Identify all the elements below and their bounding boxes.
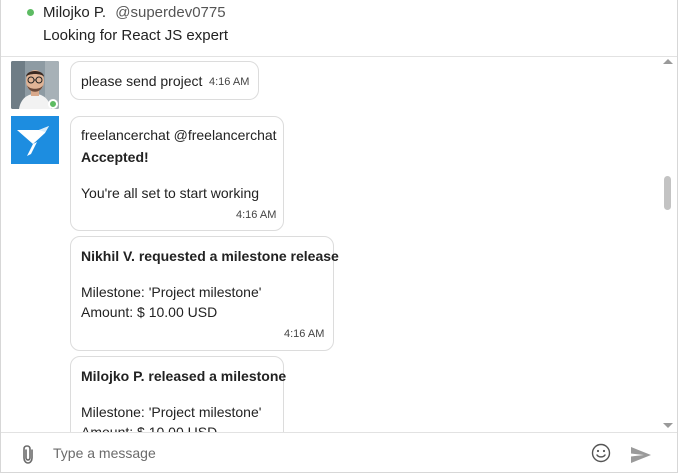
emoji-icon[interactable] [591, 443, 611, 468]
system-sender-line: freelancerchat @freelancerchat [81, 127, 277, 143]
message-time: 4:16 AM [236, 209, 277, 221]
chat-header: Milojko P. @superdev0775 Looking for Rea… [1, 0, 677, 57]
contact-name[interactable]: Milojko P. [43, 4, 106, 21]
accepted-body: You're all set to start working [81, 185, 260, 201]
scroll-up-arrow-icon[interactable] [663, 59, 673, 64]
message-text: please send project [81, 73, 203, 89]
system-sender: freelancerchat [81, 127, 170, 143]
message-bubble: please send project 4:16 AM [70, 61, 259, 100]
contact-line: Milojko P. @superdev0775 [43, 3, 226, 23]
milestone-request-title: Nikhil V. requested a milestone release [81, 248, 339, 264]
milestone-name: Milestone: 'Project milestone' [81, 404, 262, 420]
milestone-released-title: Milojko P. released a milestone [81, 368, 287, 384]
system-handle: @freelancerchat [173, 127, 277, 143]
milestone-request-bubble: Nikhil V. requested a milestone release … [70, 236, 339, 351]
message-scrollbar[interactable] [659, 57, 677, 432]
accepted-title: Accepted! [81, 149, 149, 165]
freelancer-bird-icon [11, 116, 59, 164]
send-icon[interactable] [630, 446, 652, 469]
scroll-down-arrow-icon[interactable] [663, 423, 673, 428]
milestone-amount: Amount: $ 10.00 USD [81, 304, 218, 320]
milestone-released-bubble: Milojko P. released a milestone Mileston… [70, 356, 287, 432]
avatar-online-dot [48, 99, 58, 109]
online-status-dot [27, 9, 34, 16]
milestone-name: Milestone: 'Project milestone' [81, 284, 262, 300]
project-title[interactable]: Looking for React JS expert [43, 26, 228, 46]
chat-window: Milojko P. @superdev0775 Looking for Rea… [0, 0, 678, 473]
paperclip-icon[interactable] [21, 444, 35, 469]
message-composer [1, 432, 677, 472]
message-time: 4:16 AM [284, 328, 325, 340]
freelancer-logo-avatar[interactable] [11, 116, 59, 164]
system-message-bubble: freelancerchat @freelancerchat Accepted!… [70, 116, 284, 231]
contact-handle[interactable]: @superdev0775 [115, 4, 225, 21]
scroll-thumb[interactable] [664, 176, 671, 210]
milestone-amount: Amount: $ 10.00 USD [81, 424, 218, 432]
message-list[interactable]: please send project 4:16 AM freelancerch… [1, 57, 659, 432]
message-input[interactable] [45, 441, 581, 465]
message-time: 4:16 AM [209, 76, 250, 88]
